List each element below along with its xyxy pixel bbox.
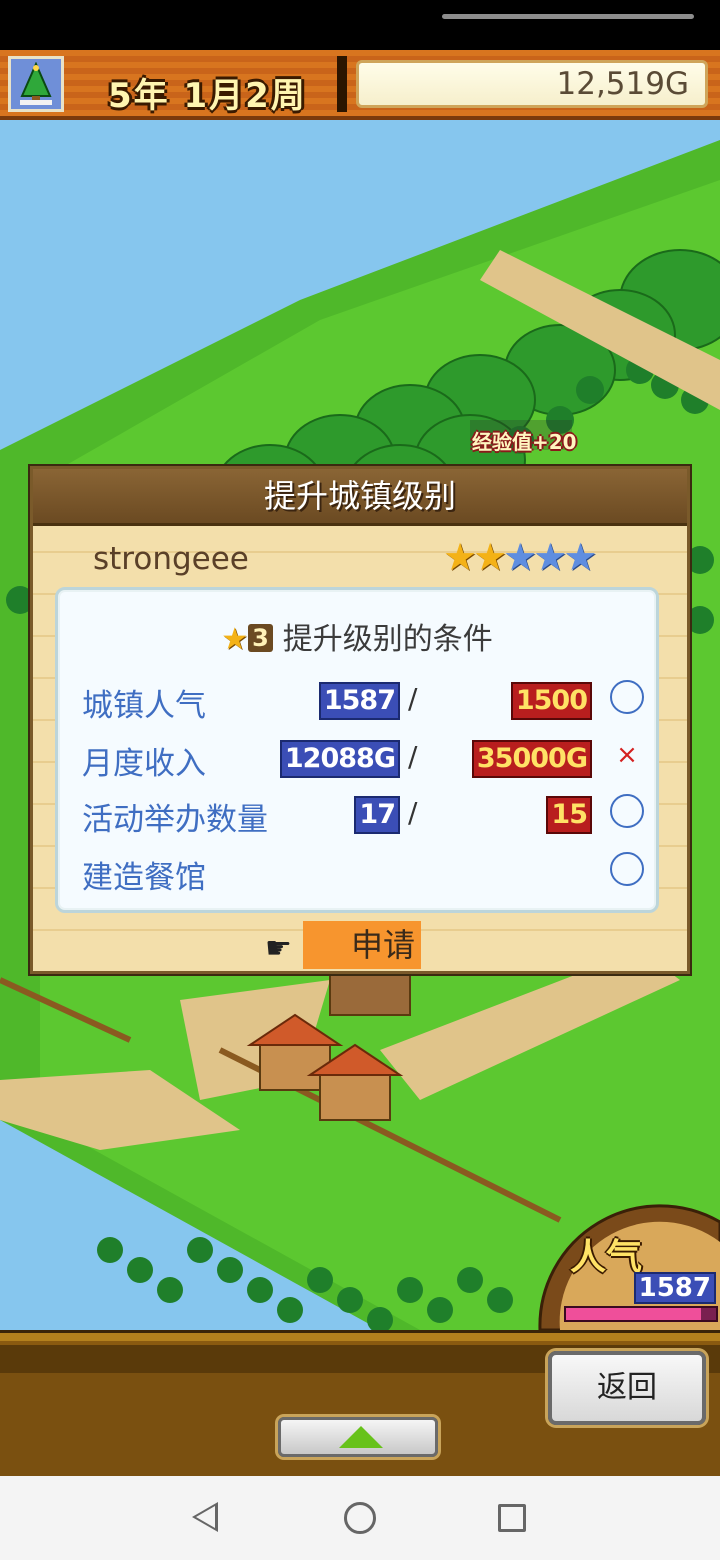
town-tree-icon[interactable] (8, 56, 64, 112)
condition-met-icon (610, 852, 644, 886)
xp-popup: 经验值+20 (472, 430, 577, 454)
condition-row-events: 活动举办数量 17 / 15 (58, 794, 656, 838)
popularity-value: 1587 (633, 1272, 716, 1304)
condition-current: 17 (354, 796, 400, 834)
popularity-bar (564, 1306, 718, 1322)
dialog-title: 提升城镇级别 (33, 469, 687, 526)
back-button[interactable]: 返回 (548, 1351, 706, 1425)
popularity-label: 人气 (570, 1237, 643, 1278)
star-icon: ★ (221, 622, 249, 657)
condition-met-icon (610, 680, 644, 714)
system-nav-bar (0, 1476, 720, 1560)
condition-current: 12088G (279, 740, 400, 778)
condition-required: 1500 (510, 682, 592, 720)
notch-pill (442, 14, 694, 19)
apply-button[interactable]: 申请 (303, 921, 421, 969)
condition-slash: / (408, 796, 418, 829)
divider (337, 56, 347, 112)
condition-label: 建造餐馆 (82, 860, 206, 896)
town-rank-stars: ★★★★★ (443, 535, 597, 579)
condition-label: 活动举办数量 (82, 802, 268, 838)
star-filled-icon: ★ (443, 535, 477, 579)
conditions-heading-text: 提升级别的条件 (282, 622, 493, 657)
game-date: 5年 1月2周 (108, 76, 307, 116)
status-bar (0, 0, 720, 50)
condition-met-icon (610, 794, 644, 828)
nav-recents-icon[interactable] (498, 1504, 526, 1532)
condition-label: 城镇人气 (82, 688, 206, 724)
bottom-panel: 返回 (0, 1330, 720, 1479)
arrow-up-icon (339, 1426, 383, 1448)
condition-failed-icon: × (616, 740, 638, 770)
condition-current: 1587 (318, 682, 400, 720)
money-display: 12,519G (356, 60, 708, 108)
star-filled-icon: ★ (473, 535, 507, 579)
expand-menu-button[interactable] (278, 1417, 438, 1457)
conditions-box: ★ 3 提升级别的条件 城镇人气 1587 / 1500 月度收入 12088G /… (55, 587, 659, 913)
condition-row-income: 月度收入 12088G / 35000G × (58, 738, 656, 782)
star-empty-icon: ★ (503, 535, 537, 579)
star-empty-icon: ★ (563, 535, 597, 579)
condition-slash: / (408, 740, 418, 773)
pointing-hand-icon: ☛ (265, 931, 292, 966)
condition-label: 月度收入 (82, 746, 206, 782)
condition-required: 15 (546, 796, 592, 834)
nav-back-icon[interactable] (192, 1502, 218, 1532)
popularity-gauge[interactable]: 人气 1587 (530, 1202, 720, 1330)
target-level-badge: 3 (248, 624, 273, 652)
nav-home-icon[interactable] (344, 1502, 376, 1534)
player-name: strongeee (93, 541, 249, 577)
condition-required: 35000G (471, 740, 592, 778)
town-level-dialog: 提升城镇级别 strongeee ★★★★★ ★ 3 提升级别的条件 城镇人气 15… (30, 466, 690, 974)
popularity-bar-fill (566, 1308, 701, 1320)
conditions-heading: ★ 3 提升级别的条件 (58, 614, 656, 658)
condition-row-popularity: 城镇人气 1587 / 1500 (58, 680, 656, 724)
condition-slash: / (408, 682, 418, 715)
condition-row-restaurant: 建造餐馆 (58, 852, 656, 896)
star-empty-icon: ★ (533, 535, 567, 579)
top-bar: 5年 1月2周 12,519G (0, 50, 720, 120)
